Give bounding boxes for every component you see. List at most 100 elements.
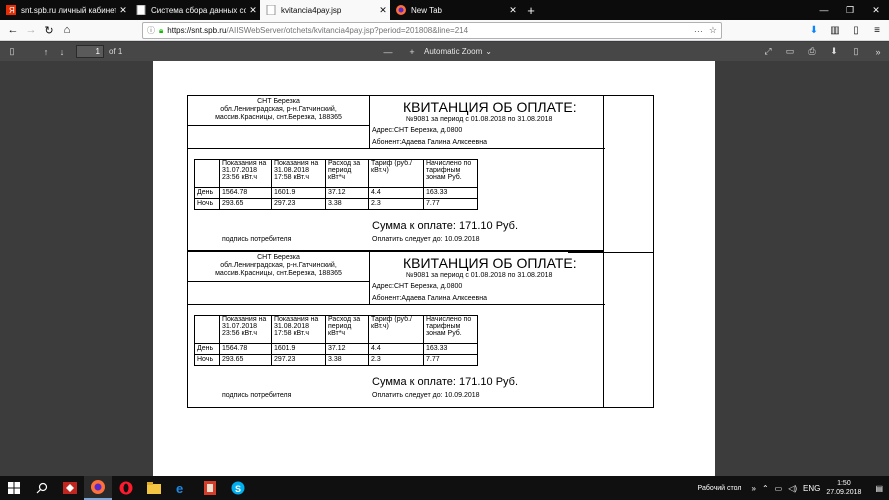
forward-icon[interactable]: → [22, 21, 40, 39]
meter-table: Показания на 31.07.2018 23:56 кВт.ч Пока… [194, 159, 478, 210]
tab-data-system[interactable]: Система сбора данных со счетчи ✕ [130, 0, 260, 20]
desktop-toolbar-chevron-icon[interactable]: » [752, 484, 756, 493]
download-icon[interactable]: ⬇ [806, 23, 822, 39]
receipt-address: Адрес:СНТ Березка, д.0800 [372, 283, 463, 290]
tab-label: kvitancia4pay.jsp [281, 5, 342, 15]
table-cell: 4.4 [368, 343, 424, 355]
new-tab-button[interactable]: + [520, 0, 542, 20]
tab-label: snt.spb.ru личный кабинет садо [21, 5, 116, 15]
receipt-title: КВИТАНЦИЯ ОБ ОПЛАТЕ: [403, 255, 577, 271]
org-name: СНТ Березка [257, 254, 300, 261]
table-header-cell: Начислено по тарифным зонам Руб. [423, 159, 478, 188]
network-icon[interactable]: ▭ [775, 484, 783, 493]
org-address-line: обл.Ленинградская, р-н.Гатчинский, [220, 106, 337, 113]
page-icon [266, 4, 276, 16]
bookmark-star-icon[interactable]: ☆ [709, 25, 717, 36]
open-file-icon[interactable]: ▭ [783, 45, 797, 59]
close-icon[interactable]: ✕ [506, 5, 520, 16]
receipt: СНТ Березка обл.Ленинградская, р-н.Гатчи… [187, 251, 605, 408]
pdf-page: СНТ Березка обл.Ленинградская, р-н.Гатчи… [153, 61, 715, 476]
close-window-icon[interactable]: ✕ [863, 0, 889, 20]
table-cell: 37.12 [325, 343, 369, 355]
bookmark-icon[interactable]: ▯ [849, 45, 863, 59]
table-header-cell: Расход за период кВт*ч [325, 315, 369, 344]
table-cell: 297.23 [271, 354, 326, 366]
tab-new-tab[interactable]: New Tab ✕ [390, 0, 520, 20]
desktop-toolbar-label[interactable]: Рабочий стол [698, 485, 742, 492]
tools-icon[interactable]: » [871, 45, 885, 59]
url-text: https://snt.spb.ru/AIISWebServer/otchets… [167, 26, 468, 35]
tab-kvitancia[interactable]: kvitancia4pay.jsp ✕ [260, 0, 390, 20]
library-icon[interactable]: ▥ [827, 23, 843, 39]
table-cell: 7.77 [423, 354, 478, 366]
close-icon[interactable]: ✕ [246, 5, 260, 16]
table-cell: 37.12 [325, 187, 369, 199]
nav-bar: ← → ↻ ⌂ ⓘ 🔒︎ https://snt.spb.ru/AIISWebS… [0, 20, 889, 41]
svg-text:Я: Я [9, 6, 15, 15]
system-tray: Рабочий стол » ⌃ ▭ ◁) ENG 1:50 27.09.201… [698, 476, 889, 500]
maximize-icon[interactable]: ❐ [837, 0, 863, 20]
close-icon[interactable]: ✕ [376, 5, 390, 16]
sidebar-icon[interactable]: ▯ [848, 23, 864, 39]
notifications-icon[interactable]: ▤ [875, 484, 883, 493]
table-row: День 1564.78 1601.9 37.12 4.4 163.33 [194, 343, 478, 355]
page-number-input[interactable]: 1 [76, 45, 104, 58]
table-cell: 2.3 [368, 198, 424, 210]
next-page-icon[interactable]: ↓ [54, 44, 70, 60]
table-cell: 1564.78 [219, 187, 272, 199]
opera-icon[interactable] [112, 476, 140, 500]
clock-date: 27.09.2018 [826, 489, 862, 496]
table-header-cell: Тариф (руб./кВт.ч) [368, 159, 424, 188]
url-path: /AIISWebServer/otchets/kvitancia4pay.jsp… [226, 26, 469, 35]
org-info: СНТ Березка обл.Ленинградская, р-н.Гатчи… [188, 96, 370, 126]
url-bar[interactable]: ⓘ 🔒︎ https://snt.spb.ru/AIISWebServer/ot… [142, 22, 722, 39]
save-icon[interactable]: ⬇ [827, 45, 841, 59]
table-cell: 1601.9 [271, 343, 326, 355]
presentation-icon[interactable]: ⤢ [761, 45, 775, 59]
minimize-icon[interactable]: — [811, 0, 837, 20]
file-explorer-icon[interactable] [140, 476, 168, 500]
table-cell: 7.77 [423, 198, 478, 210]
lock-icon[interactable]: 🔒︎ [159, 26, 163, 36]
taskbar: e S Рабочий стол » ⌃ ▭ ◁) ENG 1:50 27.09… [0, 476, 889, 500]
zoom-out-icon[interactable]: — [380, 44, 396, 60]
firefox-taskbar-icon[interactable] [84, 476, 112, 500]
more-icon[interactable]: ··· [694, 26, 703, 36]
tab-snt-cabinet[interactable]: Я snt.spb.ru личный кабинет садо ✕ [0, 0, 130, 20]
due-date: Оплатить следует до: 10.09.2018 [372, 236, 480, 243]
clock[interactable]: 1:50 27.09.2018 [826, 479, 861, 497]
windows-start-icon[interactable] [0, 476, 28, 500]
total-amount: Сумма к оплате: 171.10 Руб. [372, 376, 519, 388]
empty-cell [188, 282, 370, 305]
table-cell: 163.33 [423, 187, 478, 199]
pdf-viewer[interactable]: СНТ Березка обл.Ленинградская, р-н.Гатчи… [0, 61, 889, 476]
svg-text:S: S [235, 484, 241, 494]
reload-icon[interactable]: ↻ [40, 21, 58, 39]
home-icon[interactable]: ⌂ [58, 21, 76, 39]
previous-page-icon[interactable]: ↑ [38, 44, 54, 60]
receipt-subscriber: Абонент:Адаева Галина Алксеевна [372, 139, 488, 146]
app-shield-icon[interactable] [196, 476, 224, 500]
volume-icon[interactable]: ◁) [788, 484, 797, 493]
table-header-cell: Показания на 31.08.2018 17:58 кВт.ч [271, 315, 326, 344]
back-icon[interactable]: ← [4, 21, 22, 39]
info-icon[interactable]: ⓘ [147, 25, 155, 36]
sidebar-toggle-icon[interactable]: ▯ [4, 44, 20, 60]
tray-chevron-up-icon[interactable]: ⌃ [762, 484, 769, 493]
print-icon[interactable]: ⎙ [805, 45, 819, 59]
app-red-icon[interactable] [56, 476, 84, 500]
table-cell: День [194, 187, 220, 199]
zoom-select[interactable]: Automatic Zoom ⌄ [424, 45, 494, 58]
edge-icon[interactable]: e [168, 476, 196, 500]
language-indicator[interactable]: ENG [803, 484, 820, 493]
close-icon[interactable]: ✕ [116, 5, 130, 16]
zoom-in-icon[interactable]: + [404, 44, 420, 60]
tab-label: New Tab [411, 5, 442, 15]
toolbar-right: ⬇ ▥ ▯ ≡ [806, 21, 885, 40]
skype-icon[interactable]: S [224, 476, 252, 500]
receipt-title: КВИТАНЦИЯ ОБ ОПЛАТЕ: [403, 99, 577, 115]
total-amount: Сумма к оплате: 171.10 Руб. [372, 220, 519, 232]
menu-icon[interactable]: ≡ [869, 23, 885, 39]
search-icon[interactable] [28, 476, 56, 500]
receipt: СНТ Березка обл.Ленинградская, р-н.Гатчи… [187, 95, 605, 251]
